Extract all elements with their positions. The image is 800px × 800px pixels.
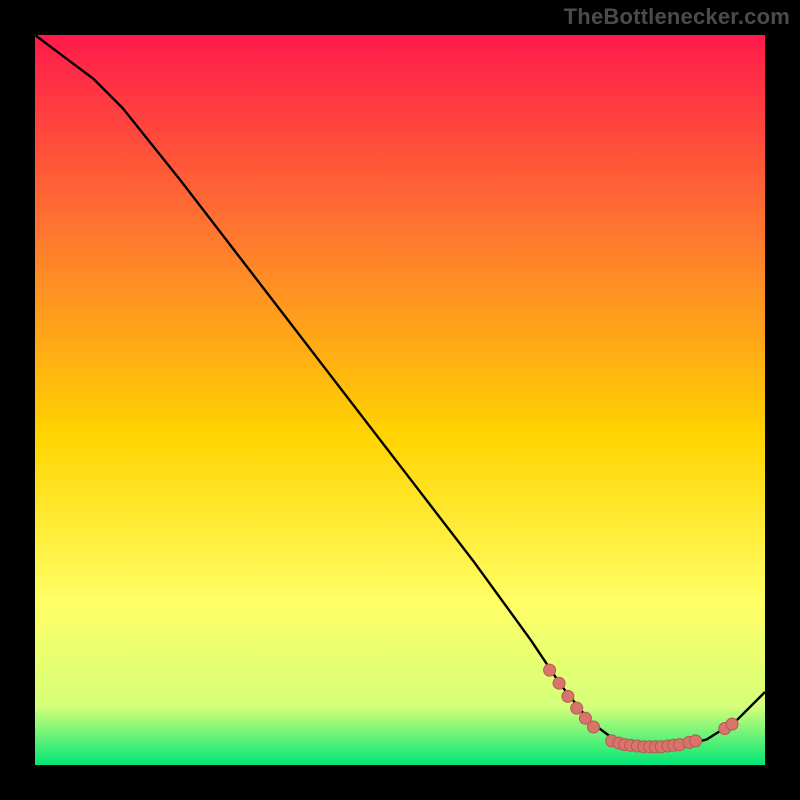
watermark-text: TheBottlenecker.com <box>564 4 790 30</box>
data-marker <box>544 664 556 676</box>
chart-svg <box>35 35 765 765</box>
plot-area <box>35 35 765 765</box>
data-marker <box>571 702 583 714</box>
data-marker <box>588 721 600 733</box>
data-marker <box>726 718 738 730</box>
gradient-background <box>35 35 765 765</box>
chart-frame: TheBottlenecker.com <box>0 0 800 800</box>
data-marker <box>562 690 574 702</box>
data-marker <box>553 677 565 689</box>
data-marker <box>690 735 702 747</box>
